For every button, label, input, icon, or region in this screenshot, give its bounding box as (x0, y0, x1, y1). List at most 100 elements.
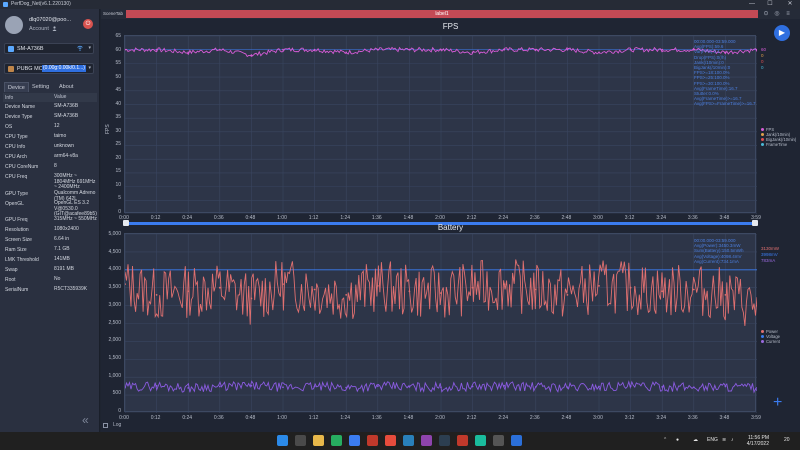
notification-badge[interactable]: 20 (784, 437, 790, 443)
y-tick-label: 65 (115, 33, 121, 39)
y-tick-label: 500 (112, 390, 121, 397)
search-icon[interactable] (295, 435, 306, 446)
maximize-button[interactable]: ☐ (762, 0, 778, 9)
globe-icon[interactable]: ◎ (773, 10, 781, 18)
info-key: Device Name (5, 104, 36, 110)
sidebar: dlq07020@poo... Account ⏻ SM-A736B ▾ PUB… (0, 9, 100, 432)
info-key: Resolution (5, 227, 29, 233)
fps-plot-area[interactable] (124, 35, 757, 214)
clock[interactable]: 11:56 PM 4/17/2022 (739, 435, 769, 447)
menu-icon[interactable]: ≡ (784, 10, 792, 18)
fps-data-point (661, 48, 664, 51)
title-bar: PerfDog_Net(v6.1.220130) — ☐ ✕ (0, 0, 800, 9)
language-indicator[interactable]: ENG (707, 437, 718, 443)
edge-icon[interactable] (349, 435, 360, 446)
tray-app-icon[interactable]: ● (676, 437, 679, 443)
tab-device[interactable]: Device (4, 82, 29, 92)
info-value: 8191 MB (54, 266, 75, 272)
minimize-button[interactable]: — (744, 0, 760, 9)
info-row: Swap 8191 MB (3, 265, 97, 275)
info-row: CPU Arch arm64-v8a (3, 152, 97, 162)
location-icon[interactable]: ⊙ (762, 10, 770, 18)
info-value: 7.1 GB (54, 246, 70, 252)
info-row: Ram Size 7.1 GB (3, 245, 97, 255)
fps-data-point (566, 48, 569, 51)
y-tick-label: 3,500 (108, 284, 121, 291)
label-bar[interactable]: label1 (126, 10, 758, 18)
info-value: taimo (54, 133, 67, 139)
power-data-point (345, 293, 348, 296)
app-select[interactable]: PUBG MOB... (0.00g:0.00k/0.1...) ▾ (4, 63, 94, 74)
y-tick-label: 40 (115, 100, 121, 107)
x-tick-label: 3:00 (593, 215, 603, 221)
y-tick-label: 30 (115, 127, 121, 134)
lr-icon[interactable] (457, 435, 468, 446)
current-data-point (503, 384, 506, 387)
tab-about[interactable]: About (56, 82, 76, 92)
legend-swatch (761, 340, 764, 343)
folder-icon[interactable] (493, 435, 504, 446)
legend-swatch (761, 138, 764, 141)
battery-plot-area[interactable] (124, 233, 757, 413)
current-data-point (155, 384, 158, 387)
account-link[interactable]: Account (29, 26, 57, 32)
log-checkbox[interactable] (103, 423, 108, 428)
app-logo-icon (3, 2, 8, 7)
info-row: GPU Freq 315MHz ~ 550MHz (3, 215, 97, 225)
fps-chart-panel: FPS FPS 65 60 55 50 45 40 35 30 25 20 15 10 5 0 0:00 0… (101, 19, 800, 226)
scene-tab[interactable]: SceneTab (103, 11, 123, 16)
device-info-table: Info Value Device Name SM-A736B Device Type S… (3, 93, 97, 295)
device-select-label: SM-A736B (17, 46, 44, 52)
x-tick-label: 0:36 (213, 215, 224, 221)
fps-data-point (250, 54, 253, 57)
xbox-icon[interactable] (439, 435, 450, 446)
device-select[interactable]: SM-A736B ▾ (4, 43, 94, 54)
line-app-icon[interactable] (331, 435, 342, 446)
info-value: 141MB (54, 256, 70, 262)
y-tick-label: 4,500 (108, 248, 121, 255)
x-tick-label: 0:48 (245, 215, 256, 221)
onedrive-icon[interactable]: ☁ (693, 437, 698, 443)
chevron-down-icon: ▾ (88, 45, 91, 51)
power-data-point (187, 290, 190, 293)
info-key: CPU Info (5, 144, 26, 150)
info-row: CPU CoreNum 8 (3, 162, 97, 172)
legend-item[interactable]: Current (761, 339, 780, 344)
info-value: 6.64 in (54, 236, 70, 242)
y-tick-label: 45 (115, 87, 121, 94)
play-button[interactable]: ▶ (774, 25, 790, 41)
store-icon[interactable] (403, 435, 414, 446)
app-select-highlight: (0.00g:0.00k/0.1...) (42, 65, 86, 72)
log-bar: Log (101, 420, 800, 432)
perfdog-icon[interactable] (511, 435, 522, 446)
current-data-point (440, 386, 442, 389)
close-button[interactable]: ✕ (782, 0, 798, 9)
wifi-tray-icon[interactable]: ≋ (722, 437, 726, 443)
scene-bar: SceneTab label1 ⊙ ◎ ≡ (101, 9, 800, 19)
chrome-icon[interactable] (367, 435, 378, 446)
file-explorer-icon[interactable] (313, 435, 324, 446)
power-data-point (155, 293, 158, 296)
app-icon[interactable] (385, 435, 396, 446)
avatar[interactable] (5, 16, 23, 34)
tab-setting[interactable]: Setting (29, 82, 52, 92)
y-tick-label: 4,000 (108, 266, 121, 273)
power-button[interactable]: ⏻ (83, 19, 93, 29)
add-chart-button[interactable]: + (773, 394, 782, 412)
fps-data-point (282, 48, 284, 51)
tray-chevron-icon[interactable]: ⌃ (663, 437, 667, 443)
power-data-point (313, 288, 316, 291)
current-data-point (282, 386, 284, 389)
current-data-point (724, 385, 727, 388)
info-row: SerialNum R5CT335939K (3, 285, 97, 295)
legend-item[interactable]: FrameTime (761, 142, 787, 147)
collapse-sidebar-icon[interactable]: « (82, 413, 89, 427)
volume-icon[interactable]: ♪ (731, 437, 734, 443)
ps-icon[interactable] (475, 435, 486, 446)
teams-icon[interactable] (421, 435, 432, 446)
info-row: LMK Threshold 141MB (3, 255, 97, 265)
power-data-point (661, 290, 664, 293)
info-key: Root (5, 277, 16, 283)
battery-chart-svg (125, 234, 757, 413)
start-icon[interactable] (277, 435, 288, 446)
